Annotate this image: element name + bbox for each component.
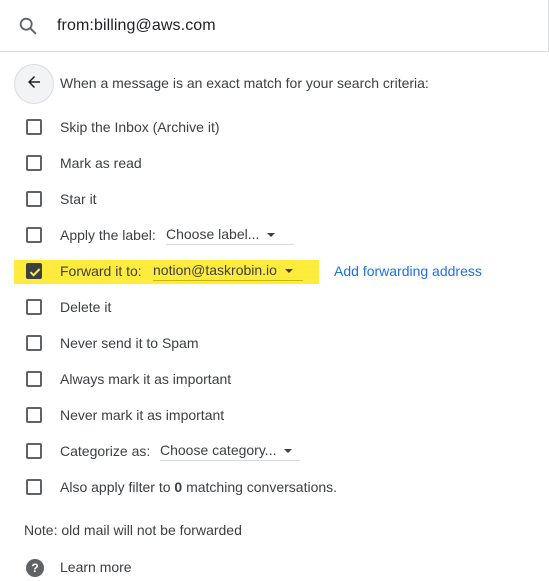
apply-prefix: Also apply filter to (60, 479, 171, 495)
check-icon (29, 268, 41, 277)
option-forward[interactable]: Forward it to: notion@taskrobin.io Add f… (0, 256, 549, 286)
option-label: Also apply filter to 0 matching conversa… (60, 479, 337, 495)
mark-read-checkbox[interactable] (26, 155, 42, 171)
skip-inbox-checkbox[interactable] (26, 119, 42, 135)
category-dropdown[interactable]: Choose category... (160, 439, 300, 461)
star-checkbox[interactable] (26, 191, 42, 207)
option-label: Delete it (60, 299, 112, 315)
caret-down-icon (267, 233, 276, 238)
learn-more-link[interactable]: Learn more (60, 559, 132, 575)
category-dropdown-value: Choose category... (160, 442, 277, 458)
caret-down-icon (284, 269, 293, 274)
never-important-checkbox[interactable] (26, 407, 42, 423)
option-label: Mark as read (60, 155, 142, 171)
categorize-checkbox[interactable] (26, 443, 42, 459)
apply-label-checkbox[interactable] (26, 227, 42, 243)
option-skip-inbox[interactable]: Skip the Inbox (Archive it) (0, 112, 549, 142)
option-apply-existing[interactable]: Also apply filter to 0 matching conversa… (0, 472, 549, 502)
option-apply-label[interactable]: Apply the label: Choose label... (0, 220, 549, 250)
option-label: Skip the Inbox (Archive it) (60, 119, 220, 135)
help-circle-icon: ? (26, 559, 44, 577)
back-button[interactable] (14, 64, 54, 104)
always-important-checkbox[interactable] (26, 371, 42, 387)
option-always-important[interactable]: Always mark it as important (0, 364, 549, 394)
option-label: Categorize as: (60, 443, 151, 459)
never-spam-checkbox[interactable] (26, 335, 42, 351)
option-label: Never send it to Spam (60, 335, 199, 351)
caret-down-icon (284, 449, 293, 454)
label-dropdown[interactable]: Choose label... (166, 223, 294, 245)
criteria-header: When a message is an exact match for you… (60, 75, 429, 91)
arrow-back-icon (25, 73, 43, 96)
search-bar[interactable]: from:billing@aws.com (0, 0, 549, 52)
option-label: Forward it to: (60, 263, 142, 279)
option-label: Apply the label: (60, 227, 156, 243)
option-label: Never mark it as important (60, 407, 225, 423)
matching-count: 0 (174, 479, 183, 495)
option-star[interactable]: Star it (0, 184, 549, 214)
apply-existing-checkbox[interactable] (26, 479, 42, 495)
search-query[interactable]: from:billing@aws.com (57, 17, 216, 35)
option-label: Star it (60, 191, 97, 207)
search-icon[interactable] (17, 15, 39, 37)
option-label: Always mark it as important (60, 371, 232, 387)
forward-note: Note: old mail will not be forwarded (24, 522, 242, 538)
forward-address-value: notion@taskrobin.io (153, 262, 277, 278)
delete-checkbox[interactable] (26, 299, 42, 315)
option-delete[interactable]: Delete it (0, 292, 549, 322)
label-dropdown-value: Choose label... (166, 226, 260, 242)
option-never-important[interactable]: Never mark it as important (0, 400, 549, 430)
forward-address-dropdown[interactable]: notion@taskrobin.io (153, 259, 303, 281)
option-never-spam[interactable]: Never send it to Spam (0, 328, 549, 358)
forward-checkbox[interactable] (26, 263, 42, 279)
option-categorize[interactable]: Categorize as: Choose category... (0, 436, 549, 466)
add-forwarding-address-link[interactable]: Add forwarding address (334, 263, 482, 279)
option-mark-read[interactable]: Mark as read (0, 148, 549, 178)
apply-suffix: matching conversations. (186, 479, 338, 495)
